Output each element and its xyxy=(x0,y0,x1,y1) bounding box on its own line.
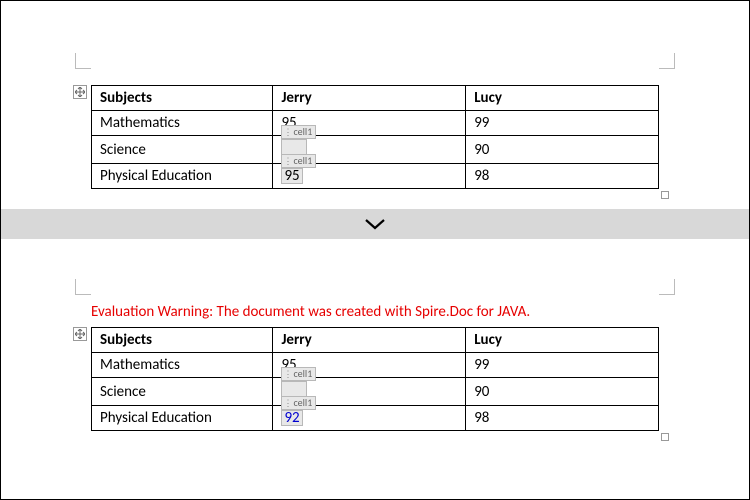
margin-corner xyxy=(659,279,675,295)
content-control-tag: cell1 xyxy=(281,396,316,410)
cell-lucy[interactable]: 99 xyxy=(466,111,659,136)
chevron-down-icon xyxy=(363,217,387,231)
evaluation-warning: Evaluation Warning: The document was cre… xyxy=(91,303,659,321)
grades-table-1[interactable]: Subjects Jerry Lucy Mathematics 95 99 Sc… xyxy=(91,85,659,189)
margin-corner xyxy=(659,53,675,69)
table-resize-handle[interactable] xyxy=(661,433,669,441)
table-header-row: Subjects Jerry Lucy xyxy=(92,86,659,111)
header-subjects[interactable]: Subjects xyxy=(92,328,273,353)
cell-subject[interactable]: Physical Education xyxy=(92,406,273,431)
margin-corner xyxy=(75,53,91,69)
table-move-handle[interactable] xyxy=(73,327,87,341)
content-control-tag: cell1 xyxy=(281,367,316,381)
cell-lucy[interactable]: 98 xyxy=(466,406,659,431)
header-jerry[interactable]: Jerry xyxy=(273,86,466,111)
cell-lucy[interactable]: 90 xyxy=(466,378,659,406)
table-row: Physical Education cell192 98 xyxy=(92,406,659,431)
table-row: Physical Education cell195 98 xyxy=(92,164,659,189)
cell-subject[interactable]: Mathematics xyxy=(92,353,273,378)
table-resize-handle[interactable] xyxy=(661,191,669,199)
cell-lucy[interactable]: 90 xyxy=(466,136,659,164)
page-divider xyxy=(1,209,749,239)
cc-value[interactable]: 92 xyxy=(284,409,299,427)
table-2-wrap: Subjects Jerry Lucy Mathematics 95 99 Sc… xyxy=(91,327,659,431)
header-subjects[interactable]: Subjects xyxy=(92,86,273,111)
grades-table-2[interactable]: Subjects Jerry Lucy Mathematics 95 99 Sc… xyxy=(91,327,659,431)
cell-subject[interactable]: Physical Education xyxy=(92,164,273,189)
cell-lucy[interactable]: 99 xyxy=(466,353,659,378)
cc-value[interactable]: 95 xyxy=(284,167,299,185)
table-1-wrap: Subjects Jerry Lucy Mathematics 95 99 Sc… xyxy=(91,85,659,189)
content-control-tag: cell1 xyxy=(281,154,316,168)
table-row: Science cell1 90 xyxy=(92,136,659,164)
table-row: Science cell1 90 xyxy=(92,378,659,406)
table-header-row: Subjects Jerry Lucy xyxy=(92,328,659,353)
document-page-1: Subjects Jerry Lucy Mathematics 95 99 Sc… xyxy=(1,1,749,209)
table-move-handle[interactable] xyxy=(73,85,87,99)
header-jerry[interactable]: Jerry xyxy=(273,328,466,353)
cell-subject[interactable]: Mathematics xyxy=(92,111,273,136)
header-lucy[interactable]: Lucy xyxy=(466,328,659,353)
cell-jerry-cc[interactable]: cell195 xyxy=(273,164,466,189)
header-lucy[interactable]: Lucy xyxy=(466,86,659,111)
content-control-tag: cell1 xyxy=(281,125,316,139)
cell-jerry-cc[interactable]: cell192 xyxy=(273,406,466,431)
margin-corner xyxy=(75,279,91,295)
document-page-2: Evaluation Warning: The document was cre… xyxy=(1,239,749,451)
cell-lucy[interactable]: 98 xyxy=(466,164,659,189)
cell-subject[interactable]: Science xyxy=(92,136,273,164)
table-row: Mathematics 95 99 xyxy=(92,353,659,378)
cell-subject[interactable]: Science xyxy=(92,378,273,406)
table-row: Mathematics 95 99 xyxy=(92,111,659,136)
